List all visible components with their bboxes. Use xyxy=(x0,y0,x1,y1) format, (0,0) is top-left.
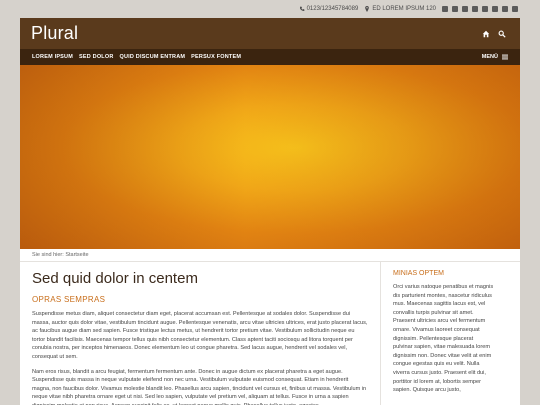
site-logo[interactable]: Plural xyxy=(20,23,78,44)
hero-image xyxy=(20,65,520,249)
xing-icon[interactable] xyxy=(492,6,498,12)
top-contact-bar: 0123/12345784089 ED LOREM IPSUM 120 xyxy=(0,0,540,18)
breadcrumb: Sie sind hier: Startseite xyxy=(20,249,520,262)
paragraph-2: Nam eros risus, blandit a arcu feugiat, … xyxy=(32,368,367,405)
main-content: Sed quid dolor in centem OPRAS SEMPRAS S… xyxy=(20,262,380,405)
main-navigation: LOREM IPSUM SED DOLOR QUID DISCUM ENTRAM… xyxy=(20,49,520,65)
section-subtitle: OPRAS SEMPRAS xyxy=(32,295,106,304)
hamburger-icon xyxy=(502,54,508,60)
nav-item-persux-fontem[interactable]: PERSUX FONTEM xyxy=(191,54,241,60)
sidebar: MINIAS OPTEM Orci varius natoque penatib… xyxy=(380,262,506,405)
address-contact[interactable]: ED LOREM IPSUM 120 xyxy=(364,6,436,12)
menu-button[interactable]: MENÜ xyxy=(482,54,508,60)
sidebar-title: MINIAS OPTEM xyxy=(393,270,444,277)
location-pin-icon xyxy=(365,6,370,12)
youtube-icon[interactable] xyxy=(512,6,518,12)
page-wrapper: Plural LOREM IPSUM SED DOLOR QUID DISCUM… xyxy=(20,18,520,405)
nav-item-sed-dolor[interactable]: SED DOLOR xyxy=(79,54,114,60)
google-plus-icon[interactable] xyxy=(472,6,478,12)
site-header: Plural xyxy=(20,18,520,49)
sidebar-text: Orci varius natoque penatibus et magnis … xyxy=(393,284,494,394)
address-text: ED LOREM IPSUM 120 xyxy=(372,6,436,12)
menu-label: MENÜ xyxy=(481,54,498,60)
nav-item-quid-discum-entram[interactable]: QUID DISCUM ENTRAM xyxy=(120,54,186,60)
phone-icon xyxy=(299,6,304,11)
search-icon[interactable] xyxy=(498,30,506,38)
nav-item-lorem-ipsum[interactable]: LOREM IPSUM xyxy=(32,54,73,60)
page-title: Sed quid dolor in centem xyxy=(32,270,198,287)
social-links xyxy=(442,6,518,12)
facebook-icon[interactable] xyxy=(452,6,458,12)
home-icon[interactable] xyxy=(482,30,490,38)
header-icons xyxy=(482,30,506,38)
phone-contact[interactable]: 0123/12345784089 xyxy=(299,6,359,12)
content-area: Sed quid dolor in centem OPRAS SEMPRAS S… xyxy=(20,262,520,405)
twitter-icon[interactable] xyxy=(462,6,468,12)
linkedin-icon[interactable] xyxy=(482,6,488,12)
email-icon[interactable] xyxy=(442,6,448,12)
phone-number: 0123/12345784089 xyxy=(306,6,359,12)
instagram-icon[interactable] xyxy=(502,6,508,12)
paragraph-1: Suspendisse metus diam, aliquet consecte… xyxy=(32,311,368,360)
